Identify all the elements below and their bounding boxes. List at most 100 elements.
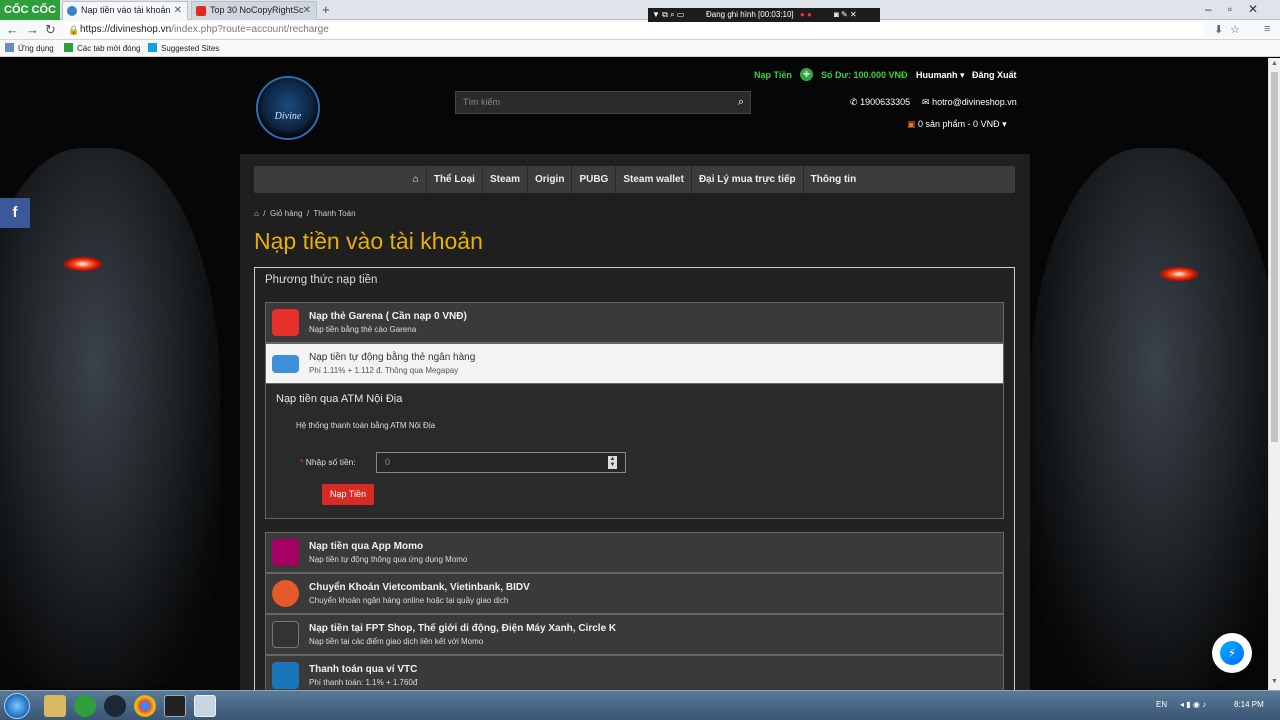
url-path: /index.php?route=account/recharge xyxy=(171,24,329,35)
method-vtc[interactable]: Thanh toán qua ví VTC Phí thanh toán: 1.… xyxy=(265,655,1004,690)
background-artwork-right xyxy=(1030,148,1268,688)
back-icon[interactable]: ← xyxy=(6,22,19,37)
fpt-shop-icon xyxy=(272,621,299,648)
recorder-menu-icon[interactable]: ▼ ⧉ ⌕ ▭ xyxy=(652,8,684,22)
language-indicator[interactable]: EN xyxy=(1156,700,1167,709)
menu-item-pubg[interactable]: PUBG xyxy=(572,166,617,193)
chrome-icon[interactable] xyxy=(134,695,156,717)
tray-icons[interactable]: ◂ ▮ ◉ ♪ xyxy=(1180,700,1206,709)
recorder-taskbar-icon[interactable] xyxy=(164,695,186,717)
cart-dropdown[interactable]: ▣ 0 sản phẩm - 0 VNĐ ▾ xyxy=(907,119,1007,130)
amount-input[interactable]: 0 ▲ ▼ xyxy=(376,452,626,473)
window-taskbar-icon[interactable] xyxy=(194,695,216,717)
tab-active[interactable]: Nạp tiền vào tài khoản ✕ xyxy=(62,1,188,20)
scrollbar-thumb[interactable] xyxy=(1271,72,1278,442)
method-fpt-shop[interactable]: Nạp tiền tại FPT Shop, Thế giới di động,… xyxy=(265,614,1004,655)
record-icon[interactable]: ● ● xyxy=(800,8,812,22)
tab-inactive[interactable]: Top 30 NoCopyRightSc ✕ xyxy=(191,1,317,20)
lock-icon: 🔒 xyxy=(68,25,80,35)
bookmark-suggested[interactable]: Suggested Sites xyxy=(148,40,219,57)
menu-item-agency[interactable]: Đại Lý mua trực tiếp xyxy=(692,166,804,193)
method-bank-transfer[interactable]: Chuyển Khoản Vietcombank, Vietinbank, BI… xyxy=(265,573,1004,614)
method-momo[interactable]: Nạp tiền qua App Momo Nạp tiền tự động t… xyxy=(265,532,1004,573)
bookmark-star-icon[interactable]: ☆ xyxy=(1230,23,1240,36)
menu-icon[interactable]: ≡ xyxy=(1264,23,1270,35)
page-scrollbar[interactable]: ▲ ▼ xyxy=(1268,58,1280,690)
breadcrumb-cart[interactable]: Giỏ hàng xyxy=(270,209,302,218)
plus-icon[interactable]: + xyxy=(800,68,813,81)
method-name: Nạp thẻ Garena ( Cần nạp 0 VNĐ) xyxy=(309,311,467,322)
phone-icon: ✆ xyxy=(850,97,858,107)
method-desc: Chuyển khoản ngân hàng online hoặc tại q… xyxy=(309,596,509,605)
search-icon[interactable]: ⌕ xyxy=(738,92,744,113)
method-name: Chuyển Khoản Vietcombank, Vietinbank, BI… xyxy=(309,582,530,593)
method-garena[interactable]: Nạp thẻ Garena ( Cần nạp 0 VNĐ) Nạp tiền… xyxy=(265,302,1004,343)
home-icon[interactable]: ⌂ xyxy=(406,166,427,193)
method-name: Nạp tiền qua App Momo xyxy=(309,541,424,552)
glowing-eye xyxy=(1160,267,1198,281)
menu-item-steam-wallet[interactable]: Steam wallet xyxy=(616,166,692,193)
email-contact[interactable]: ✉ hotro@divineshop.vn xyxy=(922,97,1017,108)
messenger-chat-button[interactable]: ⚡ xyxy=(1212,633,1252,673)
bookmark-apps[interactable]: Ứng dụng xyxy=(5,40,54,57)
scroll-down-icon[interactable]: ▼ xyxy=(1271,678,1278,685)
topup-link[interactable]: Nạp Tiền xyxy=(754,70,792,80)
reload-icon[interactable]: ↻ xyxy=(45,22,56,38)
messenger-icon: ⚡ xyxy=(1220,641,1244,665)
scroll-up-icon[interactable]: ▲ xyxy=(1271,60,1278,67)
atm-title: Nạp tiền qua ATM Nội Địa xyxy=(276,393,403,405)
forward-icon[interactable]: → xyxy=(26,22,39,37)
payment-methods-panel: Phương thức nạp tiền Nạp thẻ Garena ( Cầ… xyxy=(254,267,1015,690)
momo-icon xyxy=(272,539,299,566)
user-menu[interactable]: Huumanh ▾ xyxy=(916,70,965,81)
search-input[interactable]: Tìm kiếm ⌕ xyxy=(455,91,751,114)
recorder-status: Đang ghi hình [00:03:10] xyxy=(706,10,794,19)
tab-title: Nạp tiền vào tài khoản xyxy=(81,5,171,15)
method-desc: Nạp tiền tự động thông qua ứng dụng Momo xyxy=(309,555,468,564)
menu-item-steam[interactable]: Steam xyxy=(483,166,528,193)
windows-taskbar: EN ◂ ▮ ◉ ♪ 8:14 PM xyxy=(0,690,1280,720)
logo-text: Divine xyxy=(274,111,302,122)
method-bank-card[interactable]: Nạp tiền tự động bằng thẻ ngân hàng Phí … xyxy=(265,343,1004,384)
phone-contact[interactable]: ✆ 1900633305 xyxy=(850,97,910,108)
coccoc-taskbar-icon[interactable] xyxy=(74,695,96,717)
site-logo[interactable]: Divine xyxy=(256,76,320,140)
facebook-share-icon[interactable]: f xyxy=(0,198,30,228)
start-button[interactable] xyxy=(4,693,30,719)
atm-desc: Hệ thống thanh toán bằng ATM Nội Địa xyxy=(296,421,436,430)
tab-close-icon[interactable]: ✕ xyxy=(303,2,311,19)
garena-icon xyxy=(272,309,299,336)
home-icon[interactable]: ⌂ xyxy=(254,209,259,218)
menu-item-origin[interactable]: Origin xyxy=(528,166,573,193)
menu-item-info[interactable]: Thông tin xyxy=(804,166,864,193)
background-artwork-left xyxy=(0,148,220,688)
new-tab-button[interactable]: + xyxy=(322,2,330,17)
method-name: Nạp tiền tại FPT Shop, Thế giới di động,… xyxy=(309,623,617,634)
bookmark-closed-tabs[interactable]: Các tab mới đóng xyxy=(64,40,141,57)
logout-link[interactable]: Đăng Xuất xyxy=(972,70,1017,80)
breadcrumb: ⌂ / Giỏ hàng / Thanh Toán xyxy=(254,209,356,218)
screen-recorder-bar: ▼ ⧉ ⌕ ▭ Đang ghi hình [00:03:10] ● ● ◙ ✎… xyxy=(648,8,880,22)
menu-item-categories[interactable]: Thể Loại xyxy=(427,166,483,193)
tab-favicon-icon xyxy=(67,6,77,16)
url-input[interactable]: 🔒 https://divineshop.vn/index.php?route=a… xyxy=(64,22,1204,38)
extension-icon[interactable]: ⬇ xyxy=(1214,23,1223,36)
browser-brand[interactable]: CỐC CỐC xyxy=(0,0,60,20)
topup-button[interactable]: Nạp Tiền xyxy=(322,484,374,505)
window-controls[interactable]: –▫✕ xyxy=(1205,2,1274,16)
main-menu: ⌂ Thể Loại Steam Origin PUBG Steam wallet Đại … xyxy=(254,166,1015,193)
camera-icon[interactable]: ◙ ✎ ✕ xyxy=(834,8,857,22)
amount-value: 0 xyxy=(385,457,391,467)
tab-close-icon[interactable]: ✕ xyxy=(174,2,182,19)
bookmarks-bar: Ứng dụng Các tab mới đóng Suggested Site… xyxy=(0,40,1280,57)
clock[interactable]: 8:14 PM xyxy=(1234,700,1264,709)
page-viewport: f Divine Tìm kiếm ⌕ Nạp Tiền + Số Dư: 10… xyxy=(0,58,1268,690)
balance-text: Số Dư: 100.000 VNĐ xyxy=(821,70,908,80)
bing-icon xyxy=(148,43,157,52)
number-spinner-icon[interactable]: ▲ ▼ xyxy=(608,456,617,469)
breadcrumb-checkout[interactable]: Thanh Toán xyxy=(313,209,355,218)
steam-icon[interactable] xyxy=(104,695,126,717)
file-explorer-icon[interactable] xyxy=(44,695,66,717)
vtc-wallet-icon xyxy=(272,662,299,689)
youtube-icon xyxy=(196,6,206,16)
